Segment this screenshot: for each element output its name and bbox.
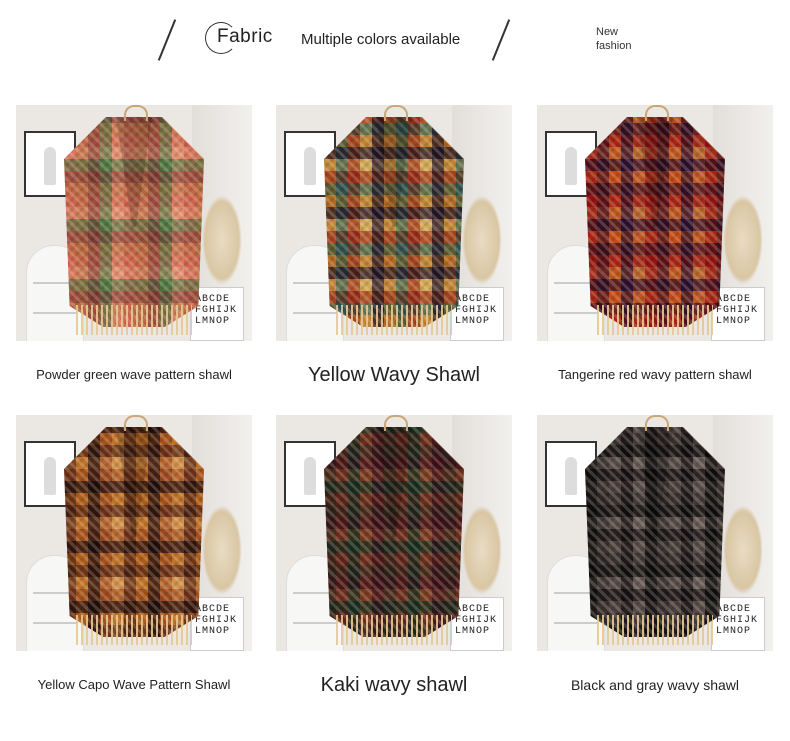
abc-line: FGHIJK [716,305,759,316]
abc-line: ABCDE [716,294,752,305]
abc-line: LMNOP [716,316,752,327]
pampas-grass [723,195,763,285]
fabric-label: Fabric [217,26,273,47]
product-caption: Tangerine red wavy pattern shawl [558,367,752,382]
tagline: Multiple colors available [301,31,461,48]
product-photo[interactable]: ABCDE FGHIJK LMNOP [16,105,252,341]
divider-slash-right [491,19,511,61]
abc-line: ABCDE [455,294,491,305]
hanger-icon [124,415,148,431]
product-photo[interactable]: ABCDE FGHIJK LMNOP [537,105,773,341]
hanger-icon [124,105,148,121]
abc-line: ABCDE [455,604,491,615]
product-caption: Powder green wave pattern shawl [36,367,232,382]
product-caption: Black and gray wavy shawl [570,677,740,693]
product-photo[interactable]: ABCDE FGHIJK LMNOP [537,415,773,651]
product-photo[interactable]: ABCDE FGHIJK LMNOP [276,105,512,341]
shawl-fringe [76,615,192,645]
abc-line: ABCDE [716,604,752,615]
shawl-fringe [336,305,452,335]
hanger-icon [645,415,669,431]
hanger-icon [384,415,408,431]
shawl-fringe [76,305,192,335]
product-caption: Kaki wavy shawl [320,674,468,696]
abc-line: LMNOP [195,316,231,327]
abc-line: FGHIJK [455,615,498,626]
abc-line: LMNOP [455,316,491,327]
product-caption: Yellow Wavy Shawl [308,364,480,386]
product-photo[interactable]: ABCDE FGHIJK LMNOP [276,415,512,651]
pampas-grass [202,195,242,285]
shawl-fringe [597,615,713,645]
hanger-icon [384,105,408,121]
hanger-icon [645,105,669,121]
abc-line: FGHIJK [195,615,238,626]
pampas-grass [462,195,502,285]
product-photo[interactable]: ABCDE FGHIJK LMNOP [16,415,252,651]
abc-line: LMNOP [716,626,752,637]
new-fashion-line2: fashion [596,40,632,52]
pampas-grass [202,505,242,595]
abc-line: FGHIJK [195,305,238,316]
product-caption: Yellow Capo Wave Pattern Shawl [37,677,231,692]
abc-line: FGHIJK [716,615,759,626]
header: Fabric Multiple colors available New fas… [0,0,790,80]
abc-line: LMNOP [455,626,491,637]
abc-line: FGHIJK [455,305,498,316]
abc-line: ABCDE [195,604,231,615]
new-fashion-label: New fashion [596,25,631,53]
new-fashion-line1: New [596,26,619,38]
abc-line: LMNOP [195,626,231,637]
shawl-fringe [336,615,452,645]
shawl-fringe [597,305,713,335]
pampas-grass [723,505,763,595]
divider-slash-left [157,19,177,61]
pampas-grass [462,505,502,595]
abc-line: ABCDE [195,294,231,305]
